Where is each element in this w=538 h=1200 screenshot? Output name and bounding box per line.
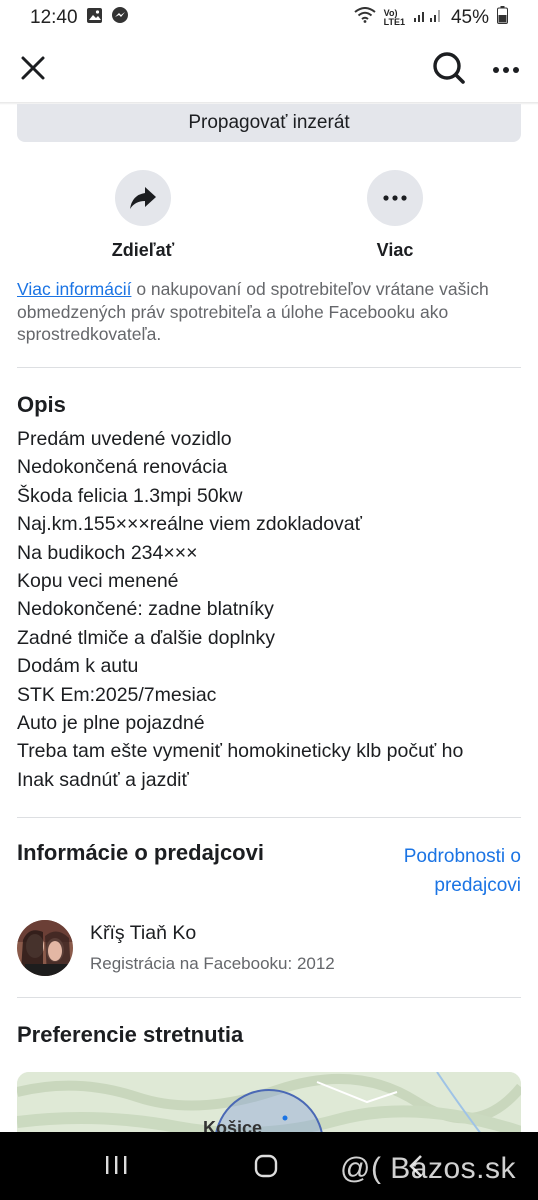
more-label: Viac <box>376 240 414 260</box>
gallery-notification-icon <box>86 7 103 30</box>
divider <box>17 817 521 818</box>
share-icon[interactable] <box>115 170 171 226</box>
share-label: Zdieľať <box>111 240 175 260</box>
close-icon[interactable] <box>18 53 48 88</box>
description-line: Zadné tlmiče a ďalšie doplnky <box>17 626 276 649</box>
more-horizontal-icon[interactable] <box>492 61 520 79</box>
signal-icon <box>413 7 443 29</box>
consumer-info-text: Viac informácií o nakupovaní od spotrebi… <box>17 278 521 346</box>
promote-listing-button[interactable]: Propagovať inzerát <box>17 104 521 142</box>
description-line: Dodám k autu <box>17 655 139 678</box>
seller-name[interactable]: Křïş Tiaň Ko <box>90 922 196 945</box>
description-line: Inak sadnúť a jazdiť <box>17 768 189 791</box>
more-info-link[interactable]: Viac informácií <box>17 279 131 299</box>
battery-icon <box>497 6 508 30</box>
description-line: Auto je plne pojazdné <box>17 712 205 735</box>
battery-percent: 45% <box>450 7 489 28</box>
seller-avatar[interactable] <box>17 920 73 976</box>
share-action[interactable]: Zdieľať <box>83 170 203 261</box>
description-line: Naj.km.155×××reálne viem zdokladovať <box>17 513 362 536</box>
watermark: @( Bazos.sk <box>340 1152 516 1185</box>
home-icon[interactable] <box>254 1154 278 1183</box>
search-icon[interactable] <box>432 51 466 90</box>
divider <box>17 997 521 998</box>
description-line: Škoda felicia 1.3mpi 50kw <box>17 484 243 507</box>
volte-icon: Vo) LTE1 <box>383 8 405 27</box>
wifi-icon <box>354 7 376 29</box>
seller-registration: Registrácia na Facebooku: 2012 <box>90 954 335 973</box>
description-line: Na budikoch 234××× <box>17 541 198 564</box>
description-line: Predám uvedené vozidlo <box>17 428 232 450</box>
more-dots-icon[interactable] <box>367 170 423 226</box>
divider <box>17 367 521 368</box>
seller-details-link[interactable]: Podrobnosti o predajcovi <box>370 842 521 900</box>
description-line: STK Em:2025/7mesiac <box>17 683 217 706</box>
seller-details-link-line[interactable]: predajcovi <box>370 871 521 900</box>
messenger-notification-icon <box>111 6 129 30</box>
description-line: Kopu veci menené <box>17 570 179 593</box>
top-bar <box>0 36 538 104</box>
description-line: Treba tam ešte vymeniť homokineticky klb… <box>17 740 464 763</box>
description-line: Nedokončená renovácia <box>17 456 228 479</box>
status-time: 12:40 <box>30 7 78 28</box>
seller-details-link-line[interactable]: Podrobnosti o <box>370 842 521 871</box>
seller-info-title: Informácie o predajcovi <box>17 840 264 865</box>
description-title: Opis <box>17 392 66 417</box>
status-bar: 12:40 Vo) LTE1 45% <box>0 0 538 36</box>
description-body: Predám uvedené vozidlo Nedokončená renov… <box>17 425 532 794</box>
meeting-preferences-title: Preferencie stretnutia <box>17 1022 244 1047</box>
more-action[interactable]: Viac <box>335 170 455 261</box>
description-line: Nedokončené: zadne blatníky <box>17 598 274 621</box>
recent-apps-icon[interactable] <box>104 1154 128 1181</box>
